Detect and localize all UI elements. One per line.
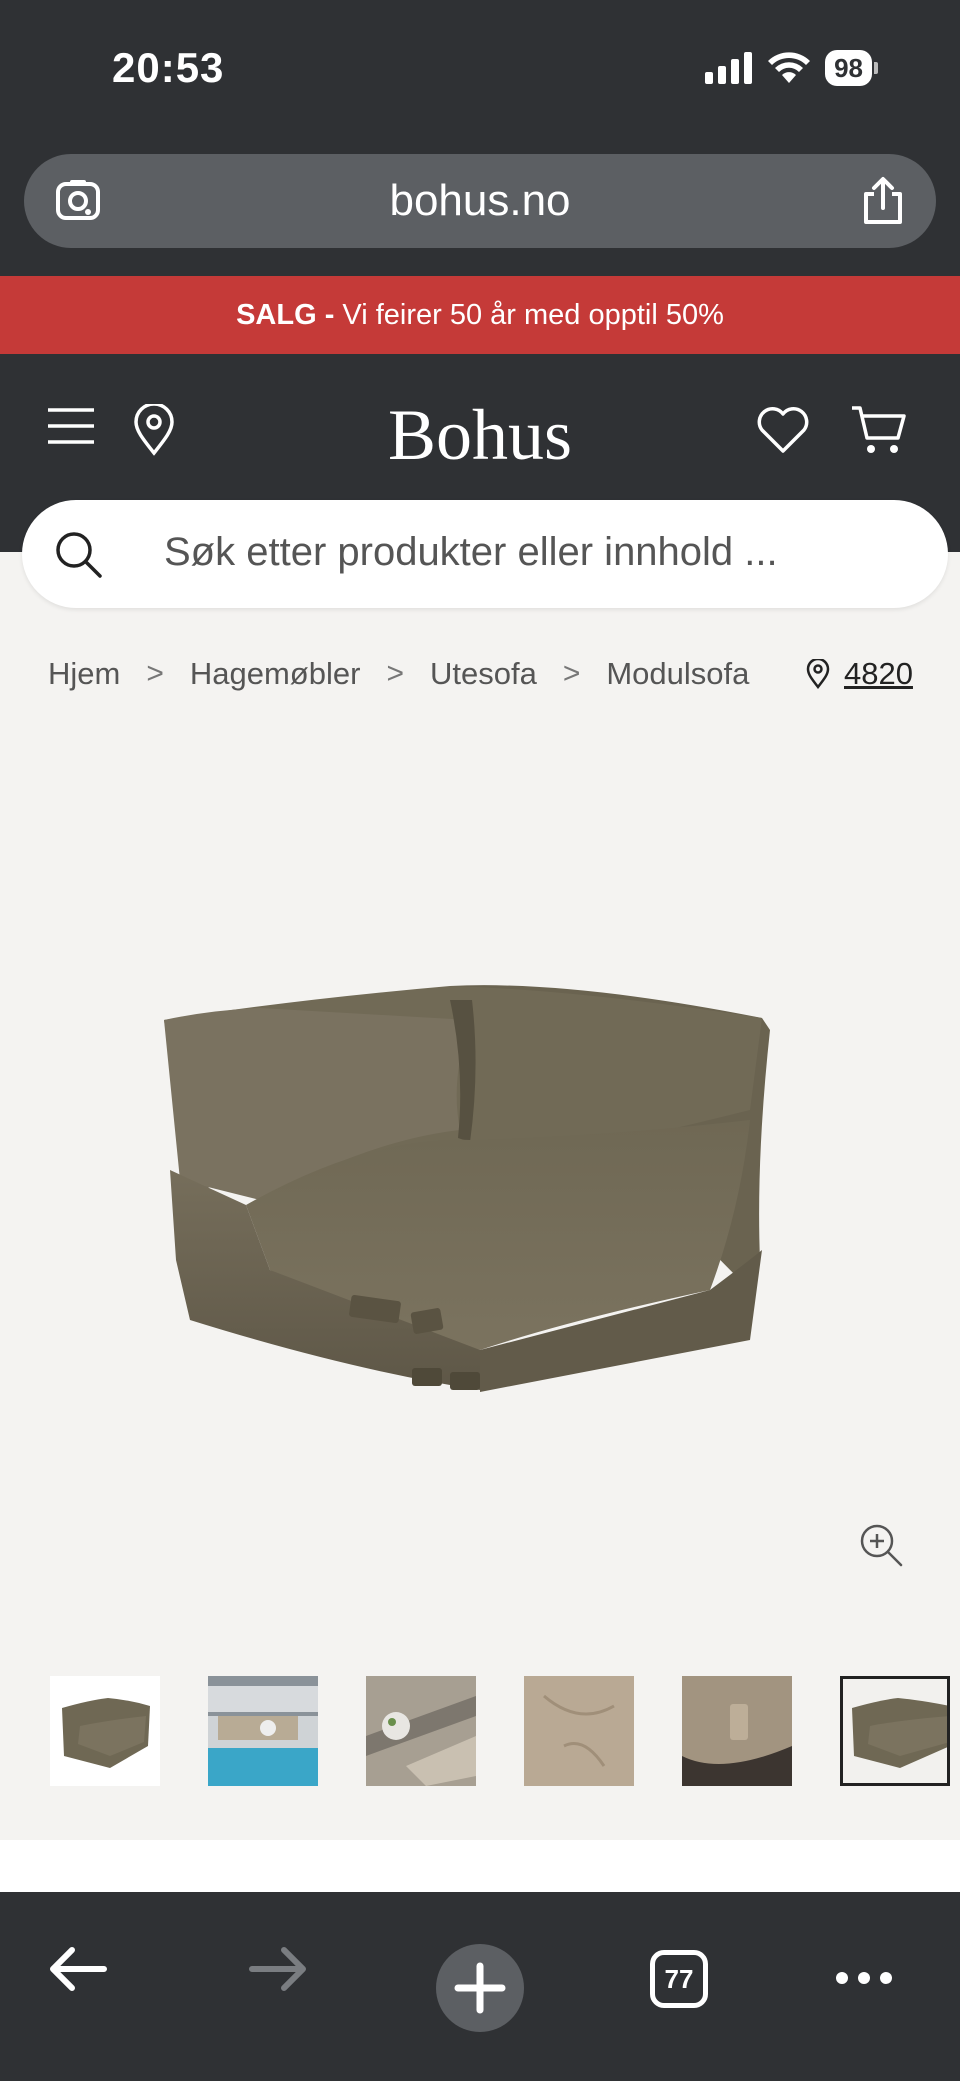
- bohus-logo[interactable]: Bohus: [0, 394, 960, 477]
- cellular-signal-icon: [705, 52, 753, 84]
- heart-icon[interactable]: [756, 406, 810, 454]
- back-arrow-icon[interactable]: [48, 1944, 108, 1994]
- chevron-right-icon: >: [146, 657, 164, 690]
- thumbnail-product[interactable]: [50, 1676, 160, 1786]
- battery-tip: [874, 62, 878, 74]
- thumbnail-aerial-scene[interactable]: [366, 1676, 476, 1786]
- url-text[interactable]: bohus.no: [24, 176, 936, 226]
- sale-banner[interactable]: SALG - Vi feirer 50 år med opptil 50%: [0, 276, 960, 354]
- browser-url-area: bohus.no: [0, 140, 960, 276]
- new-tab-button[interactable]: [436, 1944, 524, 2032]
- battery-icon: 98: [825, 50, 872, 86]
- breadcrumb-item-hagemobler[interactable]: Hagemøbler: [190, 656, 361, 692]
- share-icon[interactable]: [860, 176, 906, 226]
- wifi-icon: [768, 52, 811, 83]
- search-icon[interactable]: [52, 528, 104, 580]
- breadcrumb: Hjem > Hagemøbler > Utesofa > Modulsofa: [48, 656, 749, 692]
- store-selector[interactable]: 4820: [806, 656, 913, 692]
- status-icons: 98: [705, 50, 878, 86]
- browser-toolbar: 77: [0, 1892, 960, 2081]
- thumbnail-fabric-detail[interactable]: [524, 1676, 634, 1786]
- chevron-right-icon: >: [562, 657, 581, 690]
- tab-count-button[interactable]: 77: [650, 1950, 708, 2008]
- sale-banner-bold: SALG -: [236, 299, 335, 331]
- breadcrumb-item-hjem[interactable]: Hjem: [48, 656, 120, 692]
- sale-banner-text: Vi feirer 50 år med opptil 50%: [334, 299, 724, 331]
- search-bar[interactable]: Søk etter produkter eller innhold ...: [22, 500, 948, 608]
- thumbnail-strap-detail[interactable]: [682, 1676, 792, 1786]
- store-code[interactable]: 4820: [844, 656, 913, 692]
- thumbnail-product-selected[interactable]: [840, 1676, 950, 1786]
- product-image-corner-module[interactable]: [150, 960, 790, 1400]
- status-time: 20:53: [112, 44, 225, 91]
- plus-icon: [454, 1962, 506, 2014]
- cart-icon[interactable]: [850, 404, 908, 456]
- location-pin-icon: [806, 659, 830, 689]
- thumbnail-strip: [50, 1676, 950, 1786]
- status-bar: 20:53 98: [0, 0, 960, 140]
- breadcrumb-item-modulsofa[interactable]: Modulsofa: [606, 656, 749, 692]
- zoom-in-icon[interactable]: [858, 1522, 904, 1568]
- thumbnail-pool-scene[interactable]: [208, 1676, 318, 1786]
- address-bar[interactable]: bohus.no: [24, 154, 936, 248]
- more-options-icon[interactable]: [834, 1968, 894, 1988]
- chevron-right-icon: >: [386, 657, 404, 690]
- forward-arrow-icon[interactable]: [248, 1944, 308, 1994]
- breadcrumb-item-utesofa[interactable]: Utesofa: [430, 656, 537, 692]
- content-divider: [0, 1840, 960, 1892]
- search-input[interactable]: Søk etter produkter eller innhold ...: [164, 530, 778, 575]
